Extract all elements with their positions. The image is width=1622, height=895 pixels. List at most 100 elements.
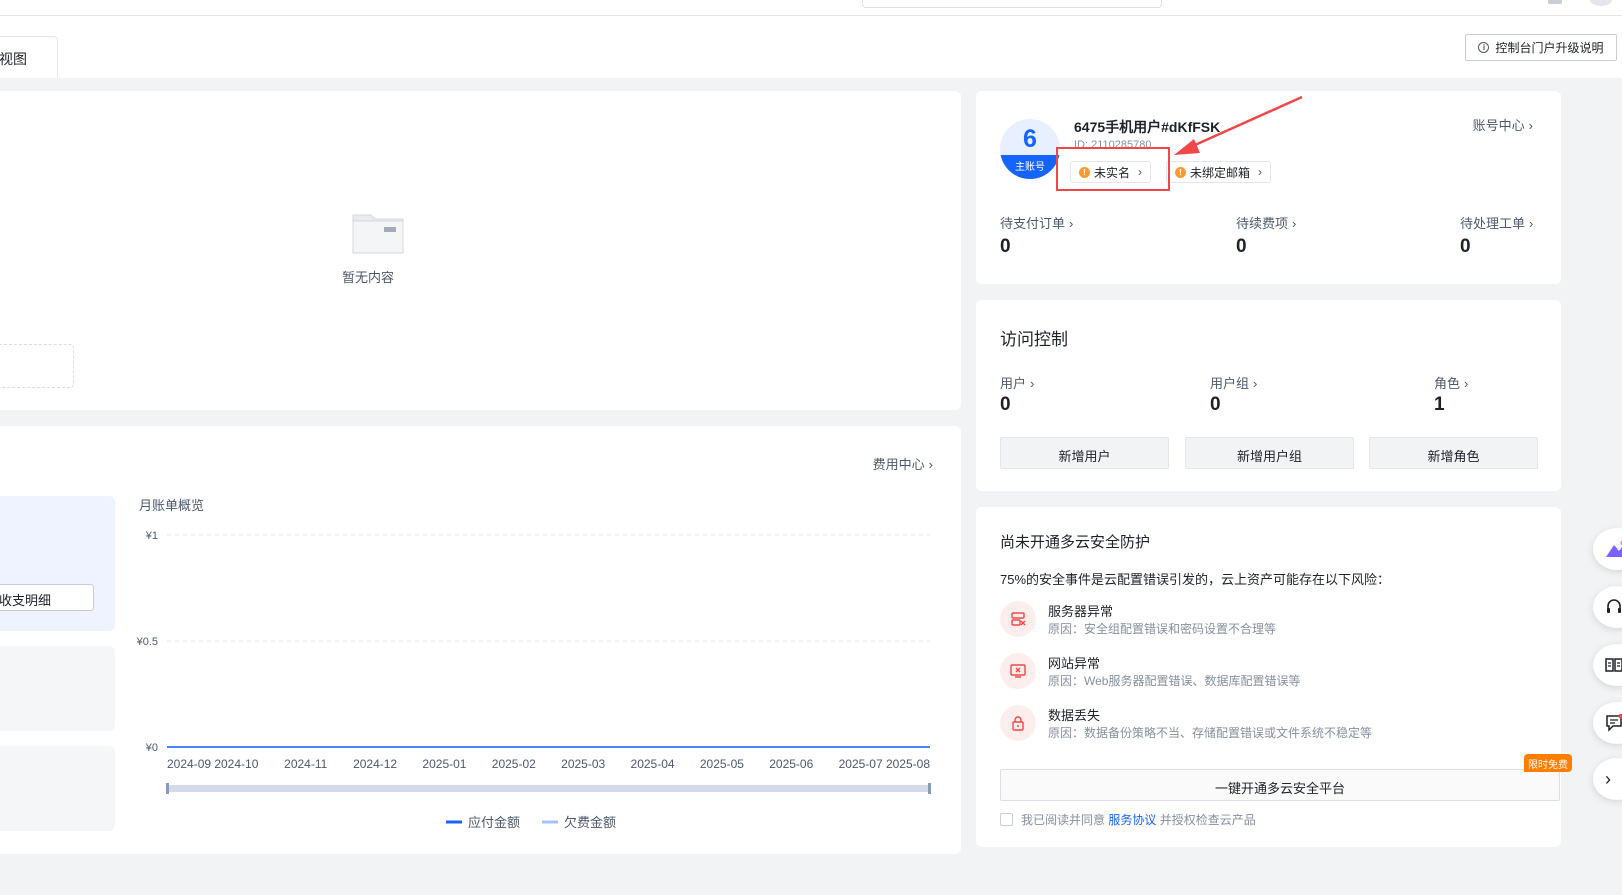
users-value: 0 [1000,394,1011,415]
pending-orders-label: 待支付订单 [1000,216,1066,231]
user-groups-value: 0 [1210,394,1221,415]
pending-tickets-label: 待处理工单 [1460,216,1526,231]
warning-icon: ! [1175,166,1186,178]
pending-orders-link[interactable]: 待支付订单 › [1000,213,1073,232]
empty-state-text: 暂无内容 [342,270,395,285]
agreement-suffix: 并授权检查云产品 [1159,813,1256,827]
access-control-title: 访问控制 [1000,330,1068,349]
search-input[interactable] [862,0,1162,8]
ai-icon [1606,540,1622,557]
add-role-button[interactable]: 新增角色 [1369,437,1538,469]
upgrade-notes-label: 控制台门户升级说明 [1495,41,1604,55]
add-user-group-button[interactable]: 新增用户组 [1185,437,1354,469]
service-agreement-link[interactable]: 服务协议 [1108,813,1156,827]
email-tag[interactable]: ! 未绑定邮箱 › [1166,161,1272,183]
x-tick-label: 2025-06 [769,757,813,771]
avatar-initial: 6 [1023,125,1037,153]
legend-label: 欠费金额 [564,815,616,830]
monthly-bill-chart: ¥1 ¥0.5 ¥0 2024-09 2024-10 2024-11 2024-12 2025… [136,530,931,830]
pending-renewals-link[interactable]: 待续费项 › [1236,213,1296,232]
feedback-button[interactable] [1593,702,1622,744]
x-tick-label: 2025-08 [886,757,930,771]
monitor-icon [1000,653,1036,689]
add-user-button[interactable]: 新增用户 [1000,437,1169,469]
dashed-placeholder [0,344,74,388]
range-slider [167,785,930,792]
lock-icon [1000,705,1036,741]
billing-card: 费用中心 › 收支明细 月账单概览 ¥1 ¥0.5 ¥0 2024-09 2024-10 2… [0,426,961,854]
x-tick-label: 2024-10 [214,757,258,771]
tab-view[interactable]: 视图 [0,36,58,78]
pending-renewals-label: 待续费项 [1236,216,1289,231]
x-tick-label: 2025-02 [492,757,536,771]
arrow-right-icon: › [1605,768,1611,789]
email-tag-label: 未绑定邮箱 [1190,165,1251,180]
roles-label: 角色 [1434,376,1461,391]
risk-reason: 原因：Web服务器配置错误、数据库配置错误等 [1048,674,1301,688]
range-slider-handle [166,783,169,794]
x-tick-label: 2024-09 [167,757,211,771]
headset-icon [1607,599,1621,613]
chevron-right-icon: › [1030,376,1035,391]
pending-tickets-link[interactable]: 待处理工单 › [1460,213,1533,232]
chart-title: 月账单概览 [139,498,205,513]
server-icon [1000,601,1036,637]
ai-assistant-button[interactable] [1593,528,1622,570]
chevron-right-icon: › [1528,118,1533,133]
agreement-checkbox[interactable] [1000,813,1013,826]
legend-label: 应付金额 [468,815,520,830]
security-title: 尚未开通多云安全防护 [1000,534,1151,551]
account-card: 6 主账号 6475手机用户#dKfFSK ID: 2110285780 ! 未… [976,91,1561,284]
annotation-arrow [1174,95,1303,155]
support-button[interactable] [1593,586,1622,628]
docs-button[interactable] [1593,644,1622,686]
roles-link[interactable]: 角色 › [1434,373,1468,392]
x-tick-label: 2024-11 [284,757,327,771]
user-avatar[interactable] [1590,0,1612,6]
risk-name: 服务器异常 [1048,604,1114,619]
notification-icon[interactable] [1548,0,1562,4]
upgrade-notes-button[interactable]: i 控制台门户升级说明 [1465,34,1617,61]
access-control-card: 访问控制 用户 › 0 用户组 › 0 角色 › 1 新增用户 新增用户组 新增角色 [976,300,1561,491]
user-groups-link[interactable]: 用户组 › [1210,373,1257,392]
chevron-right-icon: › [1292,216,1297,231]
x-tick-label: 2025-05 [700,757,744,771]
transaction-detail-label: 收支明细 [0,593,52,608]
limited-free-badge: 限时免费 [1524,754,1572,772]
roles-value: 1 [1434,394,1445,415]
risk-name: 网站异常 [1048,656,1101,671]
expand-toolbar-button[interactable]: › [1593,758,1622,800]
enable-security-button[interactable]: 一键开通多云安全平台 [1000,769,1560,801]
account-center-label: 账号中心 [1472,118,1525,133]
y-tick-label: ¥1 [145,530,158,542]
x-tick-label: 2024-12 [353,757,397,771]
main-account-badge: 主账号 [1000,155,1060,179]
x-tick-label: 2025-03 [561,757,605,771]
y-tick-label: ¥0 [145,742,158,754]
risk-reason: 原因：数据备份策略不当、存储配置错误或文件系统不稳定等 [1048,726,1373,740]
pending-orders-value: 0 [1000,236,1011,257]
avatar: 6 主账号 [1000,119,1060,179]
chevron-right-icon: › [1069,216,1074,231]
chevron-right-icon: › [1464,376,1469,391]
overview-card: 暂无内容 [0,91,961,410]
fee-center-label: 费用中心 [872,457,925,472]
range-slider-handle [928,783,931,794]
user-groups-label: 用户组 [1210,376,1250,391]
tab-view-label: 视图 [0,51,27,67]
security-description: 75%的安全事件是云配置错误引发的，云上资产可能存在以下风险： [1000,572,1391,587]
chevron-right-icon: › [928,457,933,472]
transaction-detail-button[interactable]: 收支明细 [0,584,94,611]
highlight-box [1056,147,1170,191]
account-center-link[interactable]: 账号中心 › [1473,115,1533,134]
chevron-right-icon: › [1253,376,1258,391]
fee-center-link[interactable]: 费用中心 › [873,454,933,473]
summary-panel [0,746,115,831]
pending-tickets-value: 0 [1460,236,1471,257]
risk-reason: 原因：安全组配置错误和密码设置不合理等 [1048,622,1277,636]
chevron-right-icon: › [1258,165,1263,179]
pending-renewals-value: 0 [1236,236,1247,257]
risk-name: 数据丢失 [1048,708,1101,723]
users-link[interactable]: 用户 › [1000,373,1034,392]
chevron-right-icon: › [1529,216,1534,231]
